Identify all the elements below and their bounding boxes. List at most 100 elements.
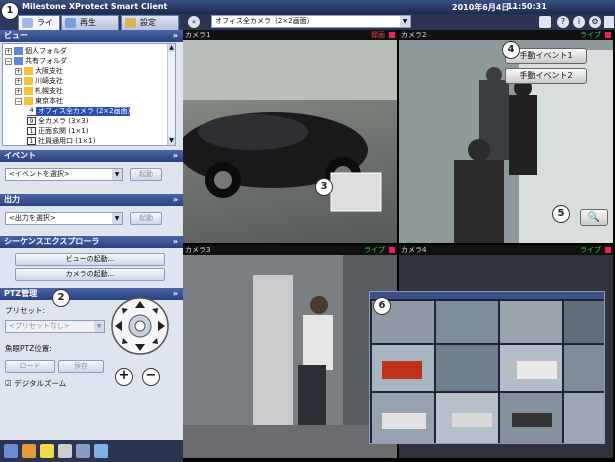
zoom-in-button[interactable]: + xyxy=(115,368,133,386)
scroll-up-icon[interactable]: ▲ xyxy=(168,44,175,52)
collapse-icon: » xyxy=(172,195,178,204)
live-tab-icon xyxy=(22,18,33,28)
tree-item[interactable]: + 個人フォルダ xyxy=(5,47,67,56)
events-section-header[interactable]: イベント » xyxy=(0,150,183,162)
view-icon[interactable] xyxy=(4,444,18,458)
tree-item[interactable]: + 札幌支社 xyxy=(15,87,63,96)
tab-bar: ライブ 再生 設定 xyxy=(0,14,183,40)
callout-1: 1 xyxy=(1,2,19,20)
callout-2: 2 xyxy=(52,289,70,307)
digital-zoom-checkbox[interactable]: ☑ デジタルズーム xyxy=(5,378,66,389)
camera-grid: カメラ1 録画 カメラ2 ライブ 手動イベント1 手動イベント2 🔍 カメラ3 … xyxy=(183,30,615,462)
scroll-down-icon[interactable]: ▼ xyxy=(168,137,175,145)
playback-tab-icon xyxy=(65,18,76,28)
tree-item[interactable]: − 東京本社 xyxy=(15,97,63,106)
event-select[interactable]: <イベントを選択> ▼ xyxy=(5,168,123,181)
chevron-down-icon: ▼ xyxy=(112,169,122,180)
chevron-down-icon: ▼ xyxy=(112,213,122,224)
tree-scrollbar[interactable]: ▲ ▼ xyxy=(167,44,175,145)
ptz-icon[interactable] xyxy=(94,444,108,458)
launch-view-button[interactable]: ビューの起動... xyxy=(15,253,165,266)
camera-tile-1[interactable]: カメラ1 録画 xyxy=(183,30,397,243)
view-toolbar: « オフィス全カメラ（2×2画面） ▼ ? i ⚙ xyxy=(183,14,615,30)
collapse-icon: » xyxy=(172,31,178,40)
tree-item[interactable]: − 共有フォルダ xyxy=(5,57,67,66)
layout-icon: 1 xyxy=(27,137,36,145)
callout-6: 6 xyxy=(373,297,391,315)
tab-live[interactable]: ライブ xyxy=(18,15,60,40)
logout-icon[interactable] xyxy=(604,16,614,28)
record-indicator-icon xyxy=(605,32,611,38)
event-activate-button[interactable]: 起動 xyxy=(130,168,162,181)
fullscreen-icon[interactable] xyxy=(539,16,551,28)
view-select[interactable]: オフィス全カメラ（2×2画面） ▼ xyxy=(211,15,411,28)
setup-tab-icon xyxy=(125,18,136,28)
section-title: シーケンスエクスプローラ xyxy=(4,237,100,246)
tree-item[interactable]: 1 正面玄関 (1×1) xyxy=(27,127,88,136)
section-title: 出力 xyxy=(4,195,20,204)
tree-item[interactable]: + 川崎支社 xyxy=(15,77,63,86)
camera-3-feed xyxy=(183,255,397,458)
preset-select[interactable]: <プリセットなし> ▼ xyxy=(5,320,105,333)
manual-event-2-button[interactable]: 手動イベント2 xyxy=(505,68,587,84)
chevron-down-icon: ▼ xyxy=(400,16,410,27)
collapse-icon: » xyxy=(172,237,178,246)
layout-icon: 4 xyxy=(27,107,36,115)
tab-label: 再生 xyxy=(80,18,96,27)
tab-playback[interactable]: 再生 xyxy=(61,15,119,30)
tree-item[interactable]: + 大阪支社 xyxy=(15,67,63,76)
callout-3: 3 xyxy=(315,178,333,196)
section-title: PTZ管理 xyxy=(4,289,38,298)
tree-item[interactable]: 9 全カメラ (3×3) xyxy=(27,117,88,126)
sidebar: ビュー » + 個人フォルダ − 共有フォルダ + 大阪支社 + 川崎支社 + 札幌支社 −… xyxy=(0,30,183,462)
chevron-down-icon: ▼ xyxy=(94,321,104,332)
camera-tile-3[interactable]: カメラ3 ライブ xyxy=(183,245,397,458)
info-icon[interactable]: i xyxy=(573,16,585,28)
tab-label: 設定 xyxy=(140,18,156,27)
record-indicator-icon xyxy=(605,247,611,253)
smart-client-window: Milestone XProtect Smart Client 2010年6月4… xyxy=(0,0,615,462)
help-icon[interactable]: ? xyxy=(557,16,569,28)
camera-header: カメラ1 録画 xyxy=(183,30,397,40)
title-bar: Milestone XProtect Smart Client 2010年6月4… xyxy=(0,0,615,14)
output-activate-button[interactable]: 起動 xyxy=(130,212,162,225)
camera-header: カメラ3 ライブ xyxy=(183,245,397,255)
ptz-save-button[interactable]: 保存 xyxy=(58,360,104,373)
views-tree: + 個人フォルダ − 共有フォルダ + 大阪支社 + 川崎支社 + 札幌支社 − 東京本社 … xyxy=(2,43,176,146)
camera-overview-window[interactable] xyxy=(369,291,605,444)
bottom-toolbar xyxy=(0,440,183,462)
camera-header: カメラ2 ライブ xyxy=(399,30,613,40)
fisheye-label: 魚眼PTZ位置: xyxy=(5,344,52,353)
output-section-header[interactable]: 出力 » xyxy=(0,194,183,206)
launch-camera-button[interactable]: カメラの起動... xyxy=(15,268,165,281)
date-display: 2010年6月4日 - xyxy=(452,3,516,12)
folder-icon xyxy=(24,87,33,95)
sequence-explorer-header[interactable]: シーケンスエクスプローラ » xyxy=(0,236,183,248)
ptz-load-button[interactable]: ロード xyxy=(5,360,55,373)
collapse-sidebar-icon[interactable]: « xyxy=(188,16,200,28)
audio-icon[interactable] xyxy=(58,444,72,458)
overview-titlebar xyxy=(370,292,604,299)
pointer-icon[interactable] xyxy=(22,444,36,458)
zoom-out-button[interactable]: − xyxy=(142,368,160,386)
monitor-icon[interactable] xyxy=(76,444,90,458)
bulb-icon[interactable] xyxy=(40,444,54,458)
layout-icon: 1 xyxy=(27,127,36,135)
collapse-icon: » xyxy=(172,289,178,298)
views-section-header[interactable]: ビュー » xyxy=(0,30,183,42)
folder-icon xyxy=(14,47,23,55)
overview-thumbnails xyxy=(372,301,604,443)
collapse-icon: » xyxy=(172,151,178,160)
layout-icon: 9 xyxy=(27,117,36,125)
output-select[interactable]: <出力を選択> ▼ xyxy=(5,212,123,225)
tab-setup[interactable]: 設定 xyxy=(121,15,179,30)
window-title: Milestone XProtect Smart Client xyxy=(22,2,168,11)
callout-4: 4 xyxy=(502,41,520,59)
ptz-joystick[interactable] xyxy=(110,296,170,356)
gear-icon[interactable]: ⚙ xyxy=(589,16,601,28)
tree-item[interactable]: 1 社員通用口 (1×1) xyxy=(27,137,95,145)
tree-item-selected[interactable]: 4 オフィス全カメラ (2×2画面) xyxy=(27,107,131,116)
magnifier-icon[interactable]: 🔍 xyxy=(580,209,608,226)
clock-display: 11:50:31 xyxy=(507,2,547,11)
camera-tile-2[interactable]: カメラ2 ライブ 手動イベント1 手動イベント2 🔍 xyxy=(399,30,613,243)
